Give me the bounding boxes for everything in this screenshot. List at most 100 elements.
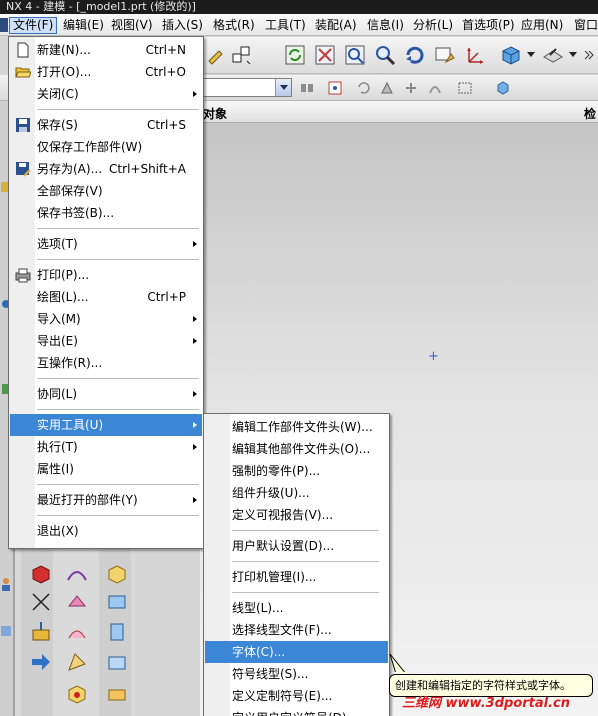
menu-item-line-font[interactable]: 线型(L)...	[205, 597, 388, 619]
menu-window[interactable]: 窗口	[571, 17, 598, 34]
zoom-icon[interactable]	[372, 42, 398, 68]
background-dropdown-icon[interactable]	[568, 42, 578, 68]
sketch-curve-icon[interactable]	[65, 562, 89, 586]
shaded-dropdown-icon[interactable]	[526, 42, 536, 68]
printer-icon	[15, 268, 31, 283]
menu-item-properties[interactable]: 属性(I)	[10, 458, 202, 480]
menu-item-save-all[interactable]: 全部保存(V)	[10, 180, 202, 202]
rotate-icon[interactable]	[402, 42, 428, 68]
menu-item-close[interactable]: 关闭(C)	[10, 83, 202, 105]
menu-item-export[interactable]: 导出(E)	[10, 330, 202, 352]
menu-separator	[37, 515, 199, 516]
refresh-icon[interactable]	[282, 42, 308, 68]
menu-item-open[interactable]: 打开(O)... Ctrl+O	[10, 61, 202, 83]
undo-arrow-icon[interactable]	[356, 81, 370, 95]
snap-point-icon[interactable]	[380, 81, 394, 95]
toolbar-overflow-icon[interactable]	[580, 42, 598, 68]
menu-item-fonts[interactable]: 字体(C)...	[205, 641, 388, 663]
import-part-icon[interactable]	[29, 620, 53, 644]
menu-insert[interactable]: 插入(S)	[159, 17, 206, 34]
extrude-icon[interactable]	[105, 590, 129, 614]
rectangle-select-icon[interactable]	[458, 81, 472, 95]
submenu-arrow-icon	[193, 444, 197, 450]
forward-arrow-icon[interactable]	[29, 650, 53, 674]
submenu-arrow-icon	[193, 241, 197, 247]
cylinder-icon[interactable]	[105, 620, 129, 644]
curve-snap-icon[interactable]	[428, 81, 442, 95]
box-icon[interactable]	[105, 650, 129, 674]
menu-item-define-custom-symbol[interactable]: 定义定制符号(E)...	[205, 685, 388, 707]
menu-item-edit-other-part-header[interactable]: 编辑其他部件文件头(O)...	[205, 438, 388, 460]
column-header-object[interactable]: 对象	[203, 105, 227, 122]
menu-item-define-user-symbol[interactable]: 定义用户定义符号(D)...	[205, 707, 388, 716]
menu-item-mandatory-parts[interactable]: 强制的零件(P)...	[205, 460, 388, 482]
window-title: NX 4 - 建模 - [_model1.prt (修改的)]	[6, 0, 196, 13]
menu-format[interactable]: 格式(R)	[210, 17, 258, 34]
background-icon[interactable]	[540, 42, 566, 68]
view-toolbar	[200, 37, 598, 74]
zoom-window-icon[interactable]	[342, 42, 368, 68]
menu-item-upgrade-components[interactable]: 组件升级(U)...	[205, 482, 388, 504]
menu-view[interactable]: 视图(V)	[108, 17, 156, 34]
menu-application[interactable]: 应用(N)	[518, 17, 566, 34]
menu-item-utilities[interactable]: 实用工具(U)	[10, 414, 202, 436]
web-browser-icon[interactable]	[0, 623, 12, 639]
menu-item-define-visual-report[interactable]: 定义可视报告(V)...	[205, 504, 388, 526]
red-block-icon[interactable]	[29, 562, 53, 586]
part-navigator-header: 对象 检	[200, 101, 598, 123]
menu-item-interop[interactable]: 互操作(R)...	[10, 352, 202, 374]
menu-edit[interactable]: 编辑(E)	[60, 17, 107, 34]
menu-item-plot[interactable]: 绘图(L)... Ctrl+P	[10, 286, 202, 308]
user-avatar-icon[interactable]	[0, 576, 12, 592]
utilities-submenu: 编辑工作部件文件头(W)... 编辑其他部件文件头(O)... 强制的零件(P)…	[203, 413, 390, 716]
fit-view-icon[interactable]	[312, 42, 338, 68]
hole-icon[interactable]	[65, 682, 89, 706]
menu-item-printer-admin[interactable]: 打印机管理(I)...	[205, 566, 388, 588]
sphere-icon[interactable]	[105, 562, 129, 586]
menu-item-print[interactable]: 打印(P)...	[10, 264, 202, 286]
type-filter-dropdown[interactable]	[200, 78, 292, 97]
menu-item-options[interactable]: 选项(T)	[10, 233, 202, 255]
app-logo-icon	[0, 18, 8, 32]
submenu-arrow-icon	[193, 338, 197, 344]
menu-tools[interactable]: 工具(T)	[262, 17, 309, 34]
menu-item-save-bookmark[interactable]: 保存书签(B)...	[10, 202, 202, 224]
menu-item-exit[interactable]: 退出(X)	[10, 520, 202, 542]
menu-item-new[interactable]: 新建(N)... Ctrl+N	[10, 39, 202, 61]
blend-icon[interactable]	[65, 620, 89, 644]
menu-item-user-defaults[interactable]: 用户默认设置(D)...	[205, 535, 388, 557]
menu-item-recent-parts[interactable]: 最近打开的部件(Y)	[10, 489, 202, 511]
menu-item-save-work-part[interactable]: 仅保存工作部件(W)	[10, 136, 202, 158]
wcs-axes-icon[interactable]	[462, 42, 488, 68]
point-snap-icon[interactable]	[404, 81, 418, 95]
selection-box-icon[interactable]	[328, 81, 342, 95]
menu-information[interactable]: 信息(I)	[364, 17, 407, 34]
assembly-cube-icon[interactable]	[496, 81, 510, 95]
column-header-check[interactable]: 检	[584, 105, 596, 122]
edit-tool-icon[interactable]	[202, 42, 228, 68]
menu-item-import[interactable]: 导入(M)	[10, 308, 202, 330]
datum-axis-icon[interactable]	[29, 590, 53, 614]
menu-item-save-as[interactable]: 另存为(A)... Ctrl+Shift+A	[10, 158, 202, 180]
menu-separator	[232, 592, 379, 593]
pad-icon[interactable]	[105, 682, 129, 706]
menu-assemblies[interactable]: 装配(A)	[312, 17, 360, 34]
menu-item-collaborate[interactable]: 协同(L)	[10, 383, 202, 405]
filter-settings-icon[interactable]	[300, 81, 314, 95]
menu-item-symbol-line-font[interactable]: 符号线型(S)...	[205, 663, 388, 685]
menu-file[interactable]: 文件(F)	[9, 17, 58, 34]
menu-separator	[37, 484, 199, 485]
chevron-down-icon[interactable]	[275, 79, 291, 96]
menu-item-execute[interactable]: 执行(T)	[10, 436, 202, 458]
draft-icon[interactable]	[65, 650, 89, 674]
snap-grid-icon[interactable]	[228, 42, 254, 68]
open-folder-icon	[15, 67, 31, 78]
menu-item-select-line-font-file[interactable]: 选择线型文件(F)...	[205, 619, 388, 641]
shaded-cube-icon[interactable]	[498, 42, 524, 68]
pan-icon[interactable]	[432, 42, 458, 68]
menu-preferences[interactable]: 首选项(P)	[459, 17, 518, 34]
menu-analysis[interactable]: 分析(L)	[410, 17, 456, 34]
menu-item-save[interactable]: 保存(S) Ctrl+S	[10, 114, 202, 136]
menu-item-edit-work-part-header[interactable]: 编辑工作部件文件头(W)...	[205, 416, 388, 438]
chamfer-icon[interactable]	[65, 590, 89, 614]
